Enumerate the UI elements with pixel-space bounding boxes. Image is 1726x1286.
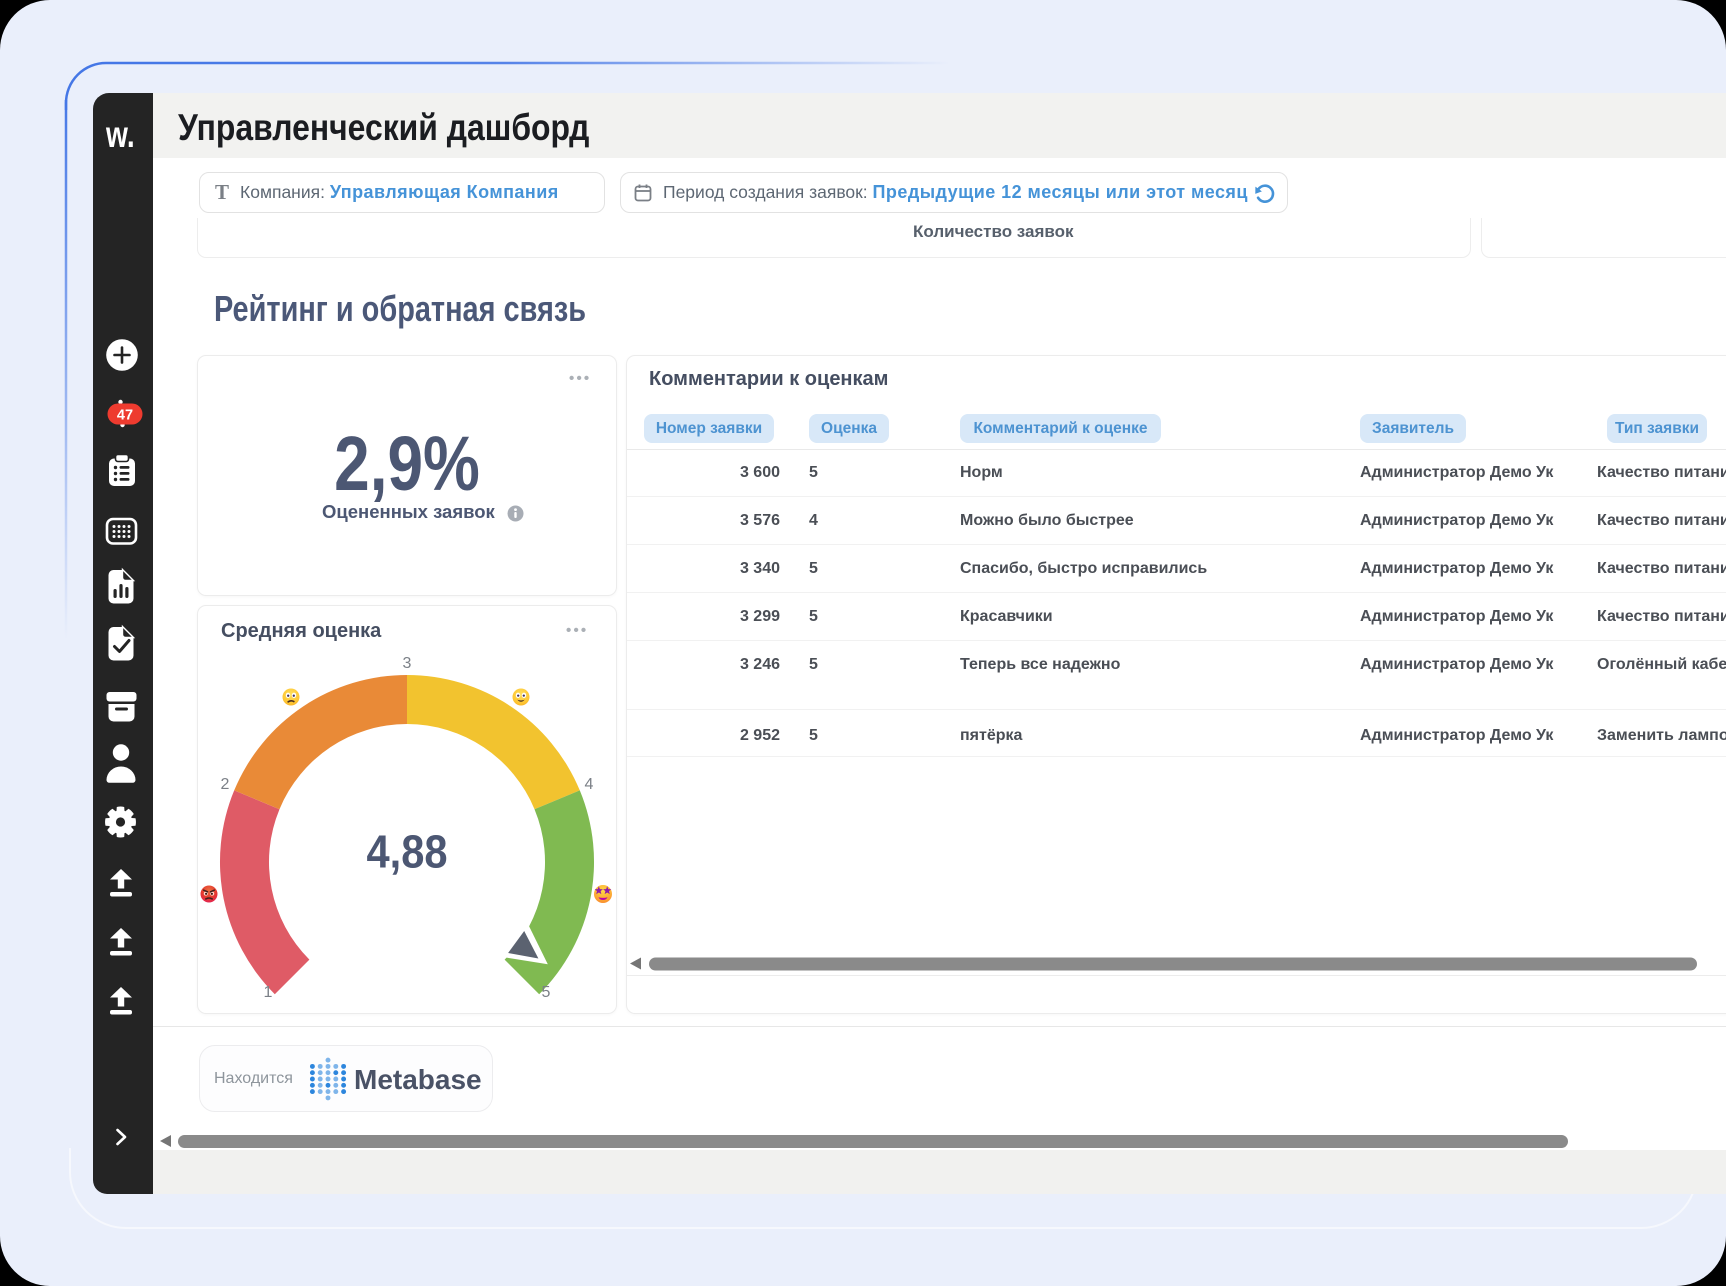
- svg-text:3: 3: [403, 655, 412, 672]
- svg-text:47: 47: [117, 408, 133, 424]
- svg-text:2: 2: [221, 776, 230, 793]
- svg-text:5: 5: [542, 984, 551, 1001]
- svg-text:1: 1: [264, 984, 273, 1001]
- svg-text:4: 4: [585, 776, 594, 793]
- svg-text:w.: w.: [105, 113, 135, 155]
- svg-text:4,88: 4,88: [367, 826, 448, 878]
